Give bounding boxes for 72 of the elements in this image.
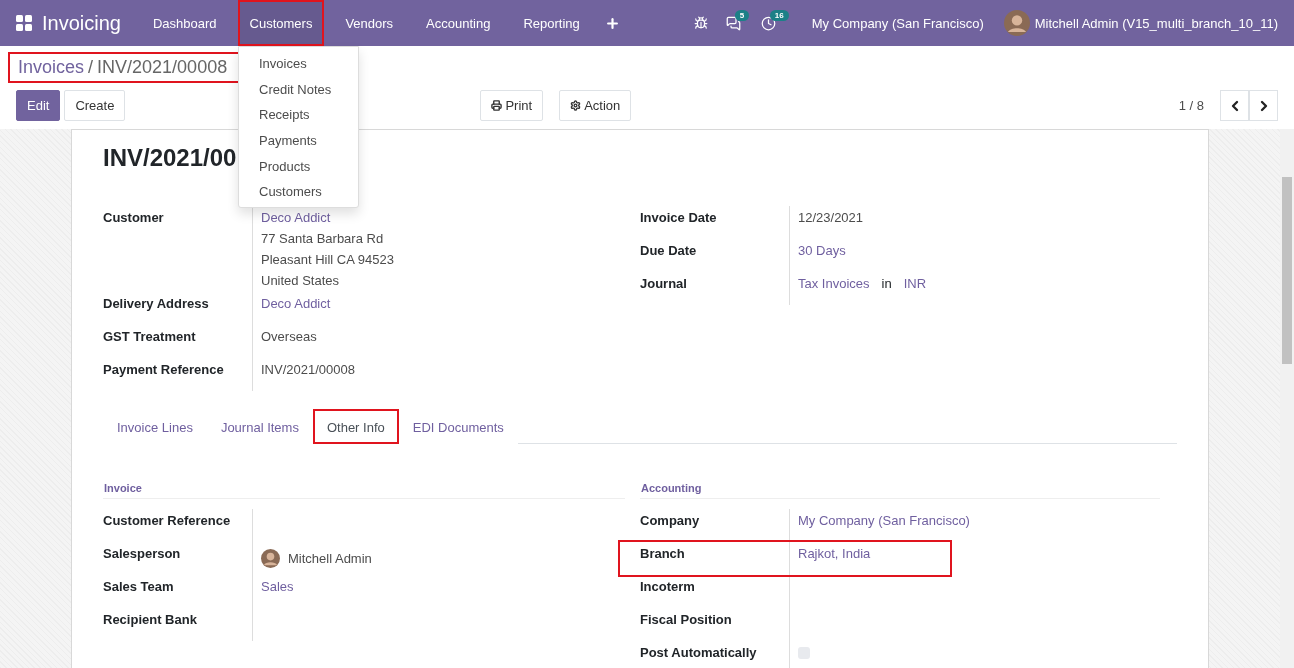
- scrollbar[interactable]: [1280, 129, 1294, 668]
- count-badge: 5: [734, 10, 750, 21]
- menu-item[interactable]: Vendors: [333, 0, 406, 46]
- menu-item[interactable]: Dashboard: [140, 0, 229, 46]
- dropdown-item[interactable]: Customers: [239, 179, 358, 206]
- field-value: INV/2021/00008: [261, 362, 355, 377]
- field-value: in: [881, 276, 892, 291]
- app-title[interactable]: Invoicing: [42, 11, 121, 35]
- menu-item[interactable]: Accounting: [414, 0, 503, 46]
- field-value: Mitchell Admin: [288, 551, 372, 566]
- bug-icon[interactable]: [693, 16, 708, 30]
- field-label: Recipient Bank: [103, 611, 198, 629]
- field-label: Company: [640, 512, 701, 530]
- field-link[interactable]: INR: [903, 276, 927, 291]
- field-link[interactable]: Sales: [261, 579, 294, 594]
- gear-icon: [570, 100, 582, 111]
- field-label: Sales Team: [103, 578, 175, 596]
- action-button[interactable]: Action: [559, 90, 632, 121]
- avatar: [1003, 10, 1030, 36]
- menu-item[interactable]: Reporting: [511, 0, 592, 46]
- field-label: Delivery Address: [103, 295, 210, 313]
- tab[interactable]: Other Info: [312, 409, 399, 444]
- field-label: Due Date: [640, 242, 698, 260]
- count-badge: 16: [769, 10, 789, 21]
- invoice-title: INV/2021/00: [103, 144, 237, 172]
- dropdown-item[interactable]: Products: [239, 153, 358, 180]
- breadcrumb-link[interactable]: Invoices: [18, 57, 85, 78]
- breadcrumb-current: INV/2021/00008: [97, 57, 228, 78]
- menu-item[interactable]: Customers: [237, 0, 325, 46]
- field-label: Customer: [103, 209, 165, 227]
- previous-button[interactable]: [1220, 90, 1249, 121]
- chat-icon[interactable]: [725, 15, 741, 31]
- field-value: Overseas: [261, 329, 317, 344]
- apps-icon[interactable]: [16, 15, 32, 31]
- field-link[interactable]: Tax Invoices: [798, 276, 870, 291]
- field-label: Salesperson: [103, 545, 182, 563]
- field-label: Invoice Date: [640, 209, 718, 227]
- dropdown-item[interactable]: Receipts: [239, 102, 358, 129]
- field-label: GST Treatment: [103, 328, 197, 346]
- address-line: 77 Santa Barbara Rd: [261, 231, 384, 246]
- field-link[interactable]: 30 Days: [798, 243, 846, 258]
- print-button[interactable]: Print: [480, 90, 544, 121]
- section-title: Accounting: [640, 482, 1160, 499]
- section-title: Invoice: [103, 482, 625, 499]
- field-label: Incoterm: [640, 578, 696, 596]
- dropdown-item[interactable]: Invoices: [239, 51, 358, 77]
- field-link[interactable]: My Company (San Francisco): [798, 513, 970, 528]
- plus-icon[interactable]: [604, 15, 620, 31]
- customer-link[interactable]: Deco Addict: [261, 210, 331, 225]
- field-label: Payment Reference: [103, 361, 225, 379]
- pager-value: 1 / 8: [1178, 98, 1204, 113]
- clock-icon[interactable]: [760, 15, 776, 31]
- dropdown-item[interactable]: Payments: [239, 128, 358, 154]
- field-label: Customer Reference: [103, 512, 232, 530]
- printer-icon: [491, 100, 503, 111]
- address-line: Pleasant Hill CA 94523: [261, 252, 394, 267]
- field-link[interactable]: Rajkot, India: [798, 546, 871, 561]
- field-label: Post Automatically: [640, 644, 758, 662]
- avatar: [261, 549, 280, 568]
- breadcrumb-separator: /: [88, 57, 94, 78]
- edit-button[interactable]: Edit: [16, 90, 61, 121]
- user-name[interactable]: Mitchell Admin (V15_multi_branch_10_11): [1034, 15, 1278, 31]
- address-line: United States: [261, 273, 340, 288]
- field-label: Fiscal Position: [640, 611, 733, 629]
- field-label: Branch: [640, 545, 686, 563]
- field-label: Journal: [640, 275, 688, 293]
- dropdown-item[interactable]: Credit Notes: [239, 76, 358, 103]
- create-button[interactable]: Create: [64, 90, 126, 121]
- field-value: 12/23/2021: [798, 210, 864, 225]
- field-link[interactable]: Deco Addict: [261, 296, 331, 311]
- next-button[interactable]: [1249, 90, 1278, 121]
- company-name[interactable]: My Company (San Francisco): [811, 15, 984, 31]
